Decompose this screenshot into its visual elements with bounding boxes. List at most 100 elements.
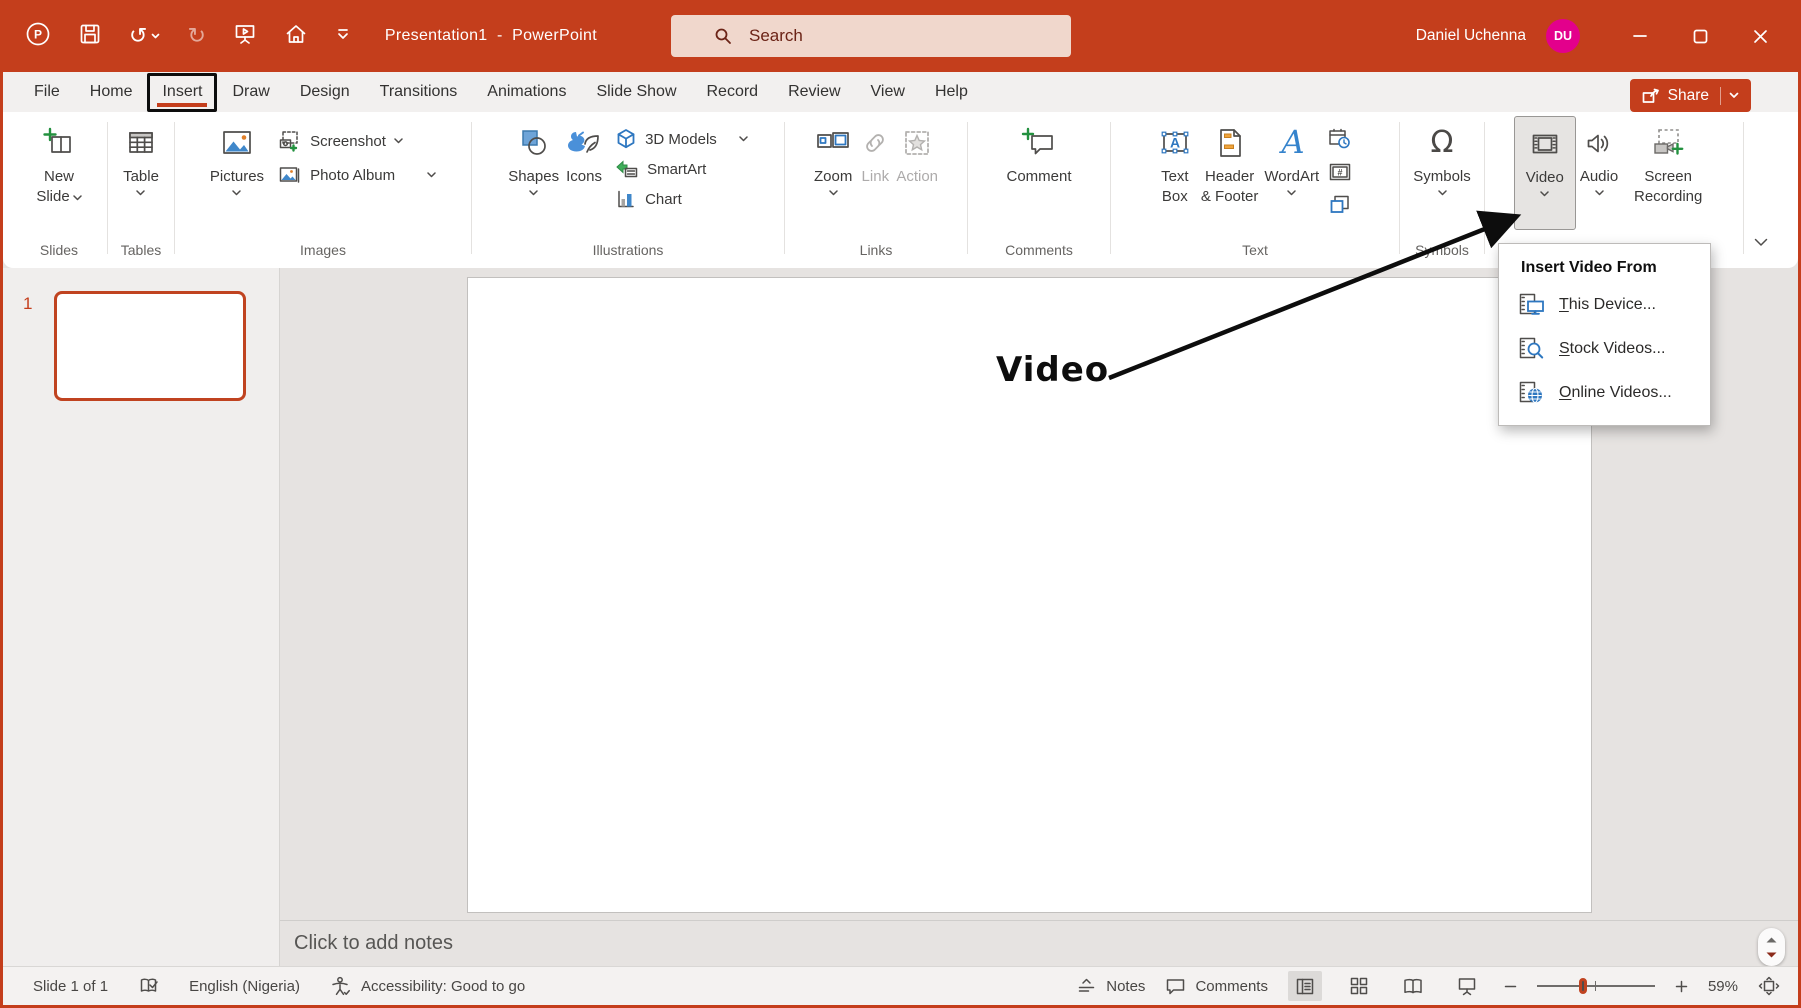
- tab-home[interactable]: Home: [75, 72, 148, 112]
- zoom-in-button[interactable]: [1675, 980, 1688, 993]
- menu-item-stock-videos[interactable]: Stock Videos...: [1499, 327, 1710, 371]
- vertical-scroll-buttons: [1758, 928, 1785, 966]
- fit-slide-button[interactable]: [1758, 976, 1780, 996]
- view-slide-sorter-button[interactable]: [1342, 971, 1376, 1001]
- view-slideshow-button[interactable]: [1450, 971, 1484, 1001]
- group-label-text: Text: [1111, 242, 1399, 258]
- table-button[interactable]: Table: [123, 116, 159, 198]
- slide-indicator: Slide 1 of 1: [33, 978, 108, 995]
- new-slide-button[interactable]: New Slide: [36, 116, 81, 206]
- zoom-level[interactable]: 59%: [1708, 978, 1738, 995]
- symbols-button[interactable]: Ω Symbols: [1413, 116, 1471, 198]
- audio-button[interactable]: Audio: [1580, 116, 1618, 198]
- notes-icon: [1077, 977, 1097, 995]
- insert-video-menu-header: Insert Video From: [1499, 244, 1710, 283]
- audio-icon: [1583, 123, 1615, 163]
- language-selector[interactable]: English (Nigeria): [189, 978, 300, 995]
- home-icon[interactable]: [284, 22, 308, 51]
- tab-transitions[interactable]: Transitions: [365, 72, 473, 112]
- undo-chevron-icon: [151, 33, 160, 39]
- redo-icon[interactable]: ↻: [187, 25, 205, 47]
- spellcheck-button[interactable]: [138, 976, 159, 996]
- customize-qat-icon[interactable]: [335, 27, 351, 46]
- tab-draw[interactable]: Draw: [217, 72, 284, 112]
- accessibility-checker[interactable]: Accessibility: Good to go: [330, 976, 525, 996]
- collapse-ribbon-icon[interactable]: [1754, 234, 1768, 252]
- minus-icon: [1504, 980, 1517, 993]
- video-icon: [1528, 124, 1562, 164]
- group-label-links: Links: [785, 242, 967, 258]
- smartart-button[interactable]: SmartArt: [615, 154, 748, 184]
- screen-recording-button[interactable]: ScreenRecording: [1622, 116, 1714, 206]
- chevron-down-icon: [1287, 190, 1296, 196]
- svg-text:#: #: [1338, 168, 1343, 178]
- minimize-button[interactable]: [1610, 0, 1670, 72]
- avatar[interactable]: DU: [1546, 19, 1580, 53]
- text-box-icon: A: [1157, 123, 1193, 163]
- tab-help[interactable]: Help: [920, 72, 983, 112]
- icons-button[interactable]: Icons: [565, 116, 603, 187]
- ribbon-group-illustrations: Shapes Icons 3D Models: [472, 116, 784, 264]
- user-name[interactable]: Daniel Uchenna: [1416, 27, 1526, 45]
- previous-slide-icon[interactable]: [1765, 936, 1778, 944]
- save-icon[interactable]: [78, 22, 102, 51]
- pictures-button[interactable]: Pictures: [210, 116, 264, 198]
- comment-icon: [1020, 123, 1058, 163]
- tab-slide-show[interactable]: Slide Show: [581, 72, 691, 112]
- powerpoint-window: P ↺ ↻ Presentation1 - PowerPoint S: [0, 0, 1801, 1008]
- pictures-icon: [219, 123, 255, 163]
- zoom-slider-thumb[interactable]: [1579, 978, 1587, 994]
- omega-icon: Ω: [1431, 128, 1454, 158]
- photo-album-button[interactable]: Photo Album: [278, 158, 436, 192]
- 3d-models-button[interactable]: 3D Models: [615, 124, 748, 154]
- start-slideshow-icon[interactable]: [233, 22, 257, 51]
- tab-design[interactable]: Design: [285, 72, 365, 112]
- powerpoint-logo-icon[interactable]: P: [25, 21, 51, 52]
- slide-thumbnail[interactable]: [54, 291, 246, 401]
- zoom-icon: [815, 123, 851, 163]
- chevron-down-icon: [73, 195, 82, 201]
- zoom-out-button[interactable]: [1504, 980, 1517, 993]
- slide-number-button[interactable]: #: [1327, 159, 1353, 185]
- maximize-button[interactable]: [1670, 0, 1730, 72]
- next-slide-icon[interactable]: [1765, 951, 1778, 959]
- comment-button[interactable]: Comment: [1006, 116, 1071, 187]
- tab-insert[interactable]: Insert: [147, 73, 217, 112]
- tab-view[interactable]: View: [856, 72, 920, 112]
- video-button[interactable]: Video: [1514, 116, 1576, 230]
- wordart-button[interactable]: A WordArt: [1264, 116, 1319, 198]
- view-normal-button[interactable]: [1288, 971, 1322, 1001]
- group-label-slides: Slides: [11, 242, 107, 258]
- 3d-models-icon: [615, 128, 637, 150]
- view-slideshow-icon: [1457, 976, 1477, 996]
- group-label-tables: Tables: [108, 242, 174, 258]
- view-reading-button[interactable]: [1396, 971, 1430, 1001]
- zoom-button[interactable]: Zoom: [814, 116, 852, 198]
- tab-file[interactable]: File: [19, 72, 75, 112]
- menu-item-this-device[interactable]: This Device...: [1499, 283, 1710, 327]
- zoom-slider[interactable]: [1537, 977, 1655, 995]
- close-button[interactable]: [1730, 0, 1790, 72]
- shapes-button[interactable]: Shapes: [508, 116, 559, 198]
- notes-toggle[interactable]: Notes: [1077, 977, 1145, 995]
- notes-pane[interactable]: Click to add notes: [280, 920, 1798, 966]
- screenshot-button[interactable]: Screenshot: [278, 124, 436, 158]
- menu-item-online-videos[interactable]: Online Videos...: [1499, 371, 1710, 415]
- video-this-device-icon: [1519, 293, 1546, 317]
- chevron-down-icon: [529, 190, 538, 196]
- tab-record[interactable]: Record: [692, 72, 774, 112]
- date-time-button[interactable]: [1327, 126, 1353, 152]
- comments-toggle[interactable]: Comments: [1165, 977, 1268, 996]
- tab-animations[interactable]: Animations: [472, 72, 581, 112]
- tab-review[interactable]: Review: [773, 72, 855, 112]
- chart-button[interactable]: Chart: [615, 184, 748, 214]
- header-footer-button[interactable]: Header& Footer: [1201, 116, 1259, 206]
- wordart-icon: A: [1275, 123, 1309, 163]
- object-button[interactable]: [1327, 192, 1353, 218]
- group-label-comments: Comments: [968, 242, 1110, 258]
- search-box[interactable]: Search: [671, 15, 1071, 57]
- text-box-button[interactable]: A TextBox: [1157, 116, 1193, 206]
- share-button[interactable]: Share: [1630, 79, 1751, 112]
- undo-icon[interactable]: ↺: [129, 25, 160, 47]
- view-grid-icon: [1349, 976, 1369, 996]
